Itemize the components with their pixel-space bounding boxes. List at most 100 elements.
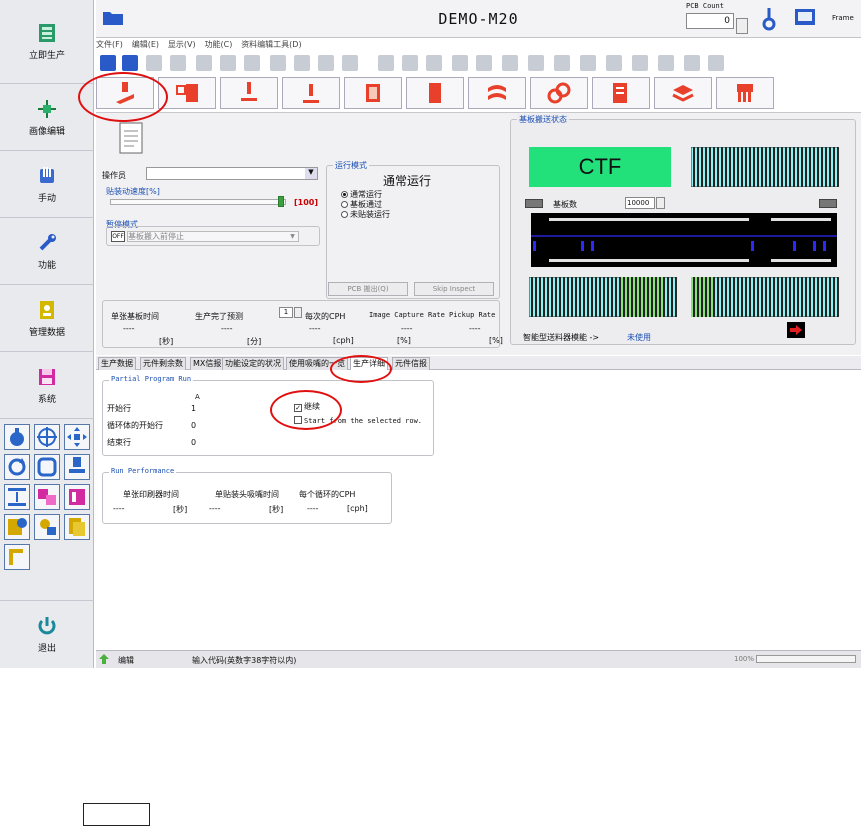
- start-from-selected-checkbox[interactable]: Start from the selected row.: [294, 416, 422, 425]
- tile-conveyor[interactable]: [4, 544, 30, 570]
- undo-icon[interactable]: [318, 55, 334, 71]
- sidebar-item-manual[interactable]: 手动: [0, 152, 94, 218]
- plus-icon[interactable]: [528, 55, 544, 71]
- insert-row-icon[interactable]: [270, 55, 286, 71]
- pcb-count-reset-button[interactable]: [736, 18, 748, 34]
- speed-slider[interactable]: [110, 199, 286, 205]
- speed-slider-handle[interactable]: [278, 196, 284, 207]
- edit-tool-icon[interactable]: [658, 55, 674, 71]
- tile-height[interactable]: [4, 484, 30, 510]
- tile-documents[interactable]: [64, 514, 90, 540]
- mode-chip-button[interactable]: [344, 77, 402, 109]
- sidebar-item-label: 系统: [37, 395, 56, 405]
- mode-nozzle-button[interactable]: [716, 77, 774, 109]
- key-icon[interactable]: [762, 6, 776, 32]
- monitor-icon[interactable]: [794, 8, 816, 28]
- search-icon[interactable]: [146, 55, 162, 71]
- tile-crosshair[interactable]: [34, 424, 60, 450]
- sidebar-item-system[interactable]: 系统: [0, 353, 94, 419]
- skip-inspect-button[interactable]: Skip Inspect: [414, 282, 494, 296]
- part-tool-icon[interactable]: [476, 55, 492, 71]
- align-top-icon[interactable]: [378, 55, 394, 71]
- mode-component-button[interactable]: [406, 77, 464, 109]
- new-icon[interactable]: [100, 55, 116, 71]
- paste-icon[interactable]: [244, 55, 260, 71]
- grid-icon[interactable]: [554, 55, 570, 71]
- exit-button[interactable]: 退出: [0, 600, 94, 668]
- board-count-input[interactable]: 10000: [625, 197, 655, 209]
- align-bottom-icon[interactable]: [402, 55, 418, 71]
- print-icon[interactable]: [170, 55, 186, 71]
- sidebar-item-function[interactable]: 功能: [0, 219, 94, 285]
- mode-stack-button[interactable]: [654, 77, 712, 109]
- radio-icon: [341, 201, 348, 208]
- frame-label: Frame: [832, 14, 854, 22]
- height-adjust-icon[interactable]: [426, 55, 442, 71]
- settings-tool-icon[interactable]: [708, 55, 724, 71]
- mode-production-button[interactable]: [96, 77, 154, 109]
- end-row-value[interactable]: 0: [191, 438, 196, 447]
- key-tool-icon[interactable]: [502, 55, 518, 71]
- perf-value: ----: [307, 504, 319, 513]
- menu-function[interactable]: 功能(C): [204, 39, 232, 50]
- tile-person[interactable]: [34, 514, 60, 540]
- feeder-tool-icon[interactable]: [632, 55, 648, 71]
- save-icon[interactable]: [122, 55, 138, 71]
- stats-unit: [%]: [489, 336, 503, 345]
- run-mode-option-label: 通常运行: [350, 190, 382, 199]
- loop-start-value[interactable]: 0: [191, 421, 196, 430]
- board-count-spinner[interactable]: [656, 197, 665, 209]
- pickup-icon[interactable]: [606, 55, 622, 71]
- start-row-value[interactable]: 1: [191, 404, 196, 413]
- end-row-label: 结束行: [107, 438, 131, 447]
- layout-icon[interactable]: [684, 55, 700, 71]
- pcb-count-value[interactable]: 0: [686, 13, 734, 29]
- sidebar-item-production[interactable]: 立即生产: [0, 0, 94, 84]
- tile-move[interactable]: [64, 424, 90, 450]
- pcb-eject-button[interactable]: PCB 搬出(Q): [328, 282, 408, 296]
- menu-data-tools[interactable]: 资料编辑工具(D): [241, 39, 301, 50]
- tab-remaining-parts[interactable]: 元件剩余数: [140, 357, 186, 370]
- redo-icon[interactable]: [342, 55, 358, 71]
- tile-feeder[interactable]: [64, 484, 90, 510]
- camera-icon[interactable]: [580, 55, 596, 71]
- sidebar-item-image-edit[interactable]: 画像编辑: [0, 85, 94, 151]
- tab-part-info[interactable]: 元件信报: [392, 357, 430, 370]
- tab-function-status[interactable]: 功能设定的状况: [222, 357, 284, 370]
- mode-place-button[interactable]: [282, 77, 340, 109]
- tab-mx-info[interactable]: MX信报: [190, 357, 225, 370]
- mode-pick-button[interactable]: [220, 77, 278, 109]
- arrow-right-icon[interactable]: [787, 322, 805, 338]
- tile-nozzle[interactable]: [4, 424, 30, 450]
- operator-select[interactable]: ▼: [146, 167, 318, 180]
- delete-row-icon[interactable]: [294, 55, 310, 71]
- tile-rotate[interactable]: [4, 454, 30, 480]
- lot-spinner[interactable]: [294, 307, 302, 318]
- pause-select[interactable]: 基板搬入前停止 ▼: [127, 231, 299, 242]
- zoom-slider[interactable]: [756, 655, 856, 663]
- nozzle-tool-icon[interactable]: [452, 55, 468, 71]
- continue-checkbox[interactable]: ✓ 继续: [294, 401, 320, 412]
- lot-input[interactable]: 1: [279, 307, 293, 318]
- menu-view[interactable]: 显示(V): [168, 39, 196, 50]
- mode-document-button[interactable]: [592, 77, 650, 109]
- tile-parts[interactable]: [34, 484, 60, 510]
- tile-refresh[interactable]: [34, 454, 60, 480]
- tab-production-detail[interactable]: 生产详细: [350, 357, 388, 370]
- checkbox-icon: [294, 416, 302, 424]
- copy-icon[interactable]: [220, 55, 236, 71]
- run-mode-option-nomount[interactable]: 未贴装运行: [341, 209, 390, 220]
- mode-board-button[interactable]: [158, 77, 216, 109]
- sidebar-item-manage-data[interactable]: 管理数据: [0, 286, 94, 352]
- menu-edit[interactable]: 编辑(E): [132, 39, 159, 50]
- mode-reel-button[interactable]: [530, 77, 588, 109]
- tab-production-data[interactable]: 生产数据: [98, 357, 136, 370]
- tile-head[interactable]: [64, 454, 90, 480]
- mode-feeder-button[interactable]: [468, 77, 526, 109]
- menu-file[interactable]: 文件(F): [96, 39, 123, 50]
- cut-icon[interactable]: [196, 55, 212, 71]
- pause-toggle[interactable]: OFF: [111, 231, 125, 242]
- tape-icon: [488, 85, 506, 100]
- tile-calc[interactable]: [4, 514, 30, 540]
- tab-nozzle-list[interactable]: 使用吸嘴的一览: [286, 357, 348, 370]
